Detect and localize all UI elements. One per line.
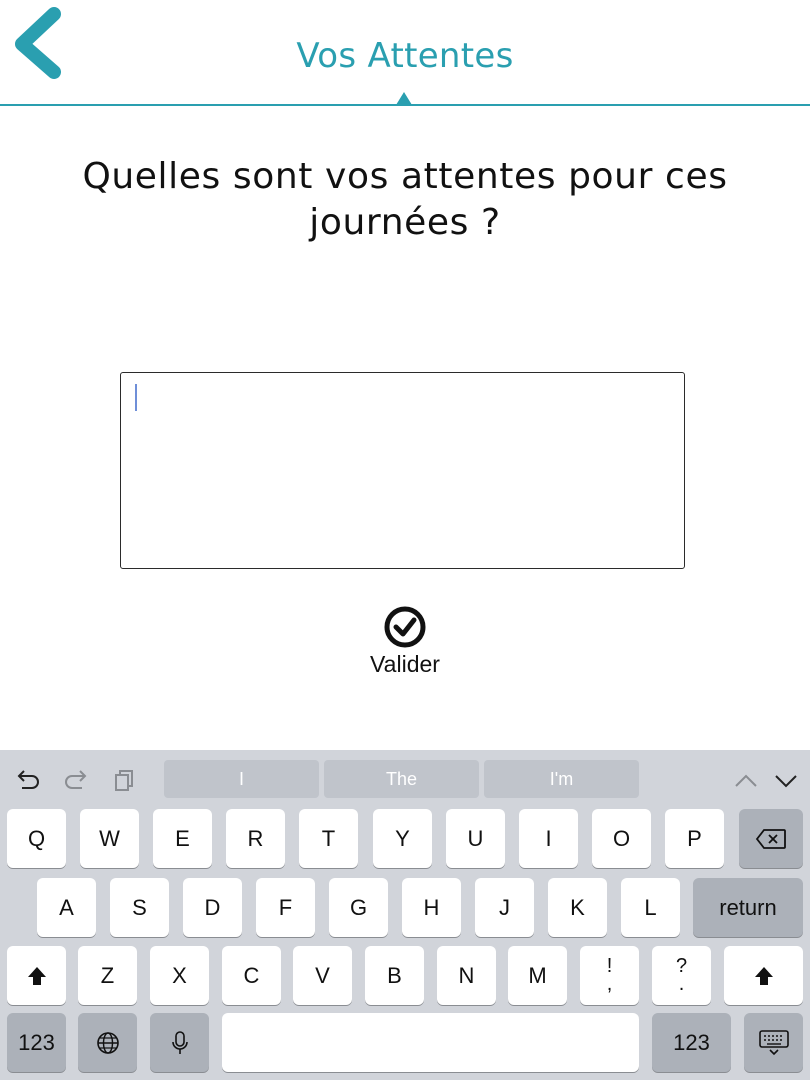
check-circle-icon — [384, 606, 426, 648]
key-f[interactable]: F — [256, 878, 315, 937]
question-text: Quelles sont vos attentes pour ces journ… — [82, 156, 728, 243]
header-divider — [0, 104, 810, 106]
next-field-button[interactable] — [772, 766, 800, 794]
suggestion-2[interactable]: The — [324, 760, 479, 798]
key-c[interactable]: C — [222, 946, 281, 1005]
key-s[interactable]: S — [110, 878, 169, 937]
return-key[interactable]: return — [693, 878, 803, 937]
suggestion-1[interactable]: I — [164, 760, 319, 798]
key-w[interactable]: W — [80, 809, 139, 868]
globe-key[interactable] — [78, 1013, 137, 1072]
key-comma-label: , — [606, 973, 613, 995]
key-g[interactable]: G — [329, 878, 388, 937]
shift-key-right[interactable] — [724, 946, 803, 1005]
microphone-icon — [171, 1030, 188, 1054]
key-n[interactable]: N — [437, 946, 496, 1005]
key-x[interactable]: X — [150, 946, 209, 1005]
key-q[interactable]: Q — [7, 809, 66, 868]
key-j[interactable]: J — [475, 878, 534, 937]
numbers-key-left[interactable]: 123 — [7, 1013, 66, 1072]
globe-icon — [96, 1031, 119, 1054]
on-screen-keyboard: I The I'm Q W E R T Y U I O P A S D F G … — [0, 750, 810, 1080]
numbers-key-right[interactable]: 123 — [652, 1013, 731, 1072]
key-question-period[interactable]: ? . — [652, 946, 711, 1005]
key-o[interactable]: O — [592, 809, 651, 868]
key-h[interactable]: H — [402, 878, 461, 937]
key-l[interactable]: L — [621, 878, 680, 937]
dismiss-keyboard-key[interactable] — [744, 1013, 803, 1072]
key-r[interactable]: R — [226, 809, 285, 868]
key-p[interactable]: P — [665, 809, 724, 868]
answer-textarea[interactable] — [120, 372, 685, 569]
shift-icon — [27, 966, 46, 985]
key-exclamation-comma[interactable]: ! , — [580, 946, 639, 1005]
key-a[interactable]: A — [37, 878, 96, 937]
paste-icon — [115, 770, 133, 791]
key-t[interactable]: T — [299, 809, 358, 868]
paste-button[interactable] — [110, 766, 138, 794]
key-v[interactable]: V — [293, 946, 352, 1005]
text-cursor — [135, 384, 137, 411]
key-m[interactable]: M — [508, 946, 567, 1005]
shift-icon — [754, 966, 773, 985]
backspace-key[interactable] — [739, 809, 803, 868]
validate-label: Valider — [370, 651, 440, 677]
key-d[interactable]: D — [183, 878, 242, 937]
undo-icon — [17, 770, 39, 789]
validate-button[interactable]: Valider — [330, 605, 480, 685]
chevron-down-icon — [775, 775, 797, 788]
shift-key-left[interactable] — [7, 946, 66, 1005]
key-b[interactable]: B — [365, 946, 424, 1005]
suggestion-3[interactable]: I'm — [484, 760, 639, 798]
key-e[interactable]: E — [153, 809, 212, 868]
key-period-label: . — [678, 973, 685, 995]
key-k[interactable]: K — [548, 878, 607, 937]
redo-button[interactable] — [62, 766, 90, 794]
backspace-icon — [755, 828, 786, 849]
key-y[interactable]: Y — [373, 809, 432, 868]
previous-field-button[interactable] — [732, 766, 760, 794]
nav-header: Vos Attentes — [0, 0, 810, 106]
chevron-up-icon — [735, 774, 757, 787]
key-u[interactable]: U — [446, 809, 505, 868]
page-title: Vos Attentes — [296, 36, 514, 76]
space-key[interactable] — [222, 1013, 639, 1072]
dictation-key[interactable] — [150, 1013, 209, 1072]
keyboard-dismiss-icon — [758, 1029, 789, 1055]
key-z[interactable]: Z — [78, 946, 137, 1005]
key-i[interactable]: I — [519, 809, 578, 868]
undo-button[interactable] — [14, 766, 42, 794]
redo-icon — [65, 770, 87, 789]
